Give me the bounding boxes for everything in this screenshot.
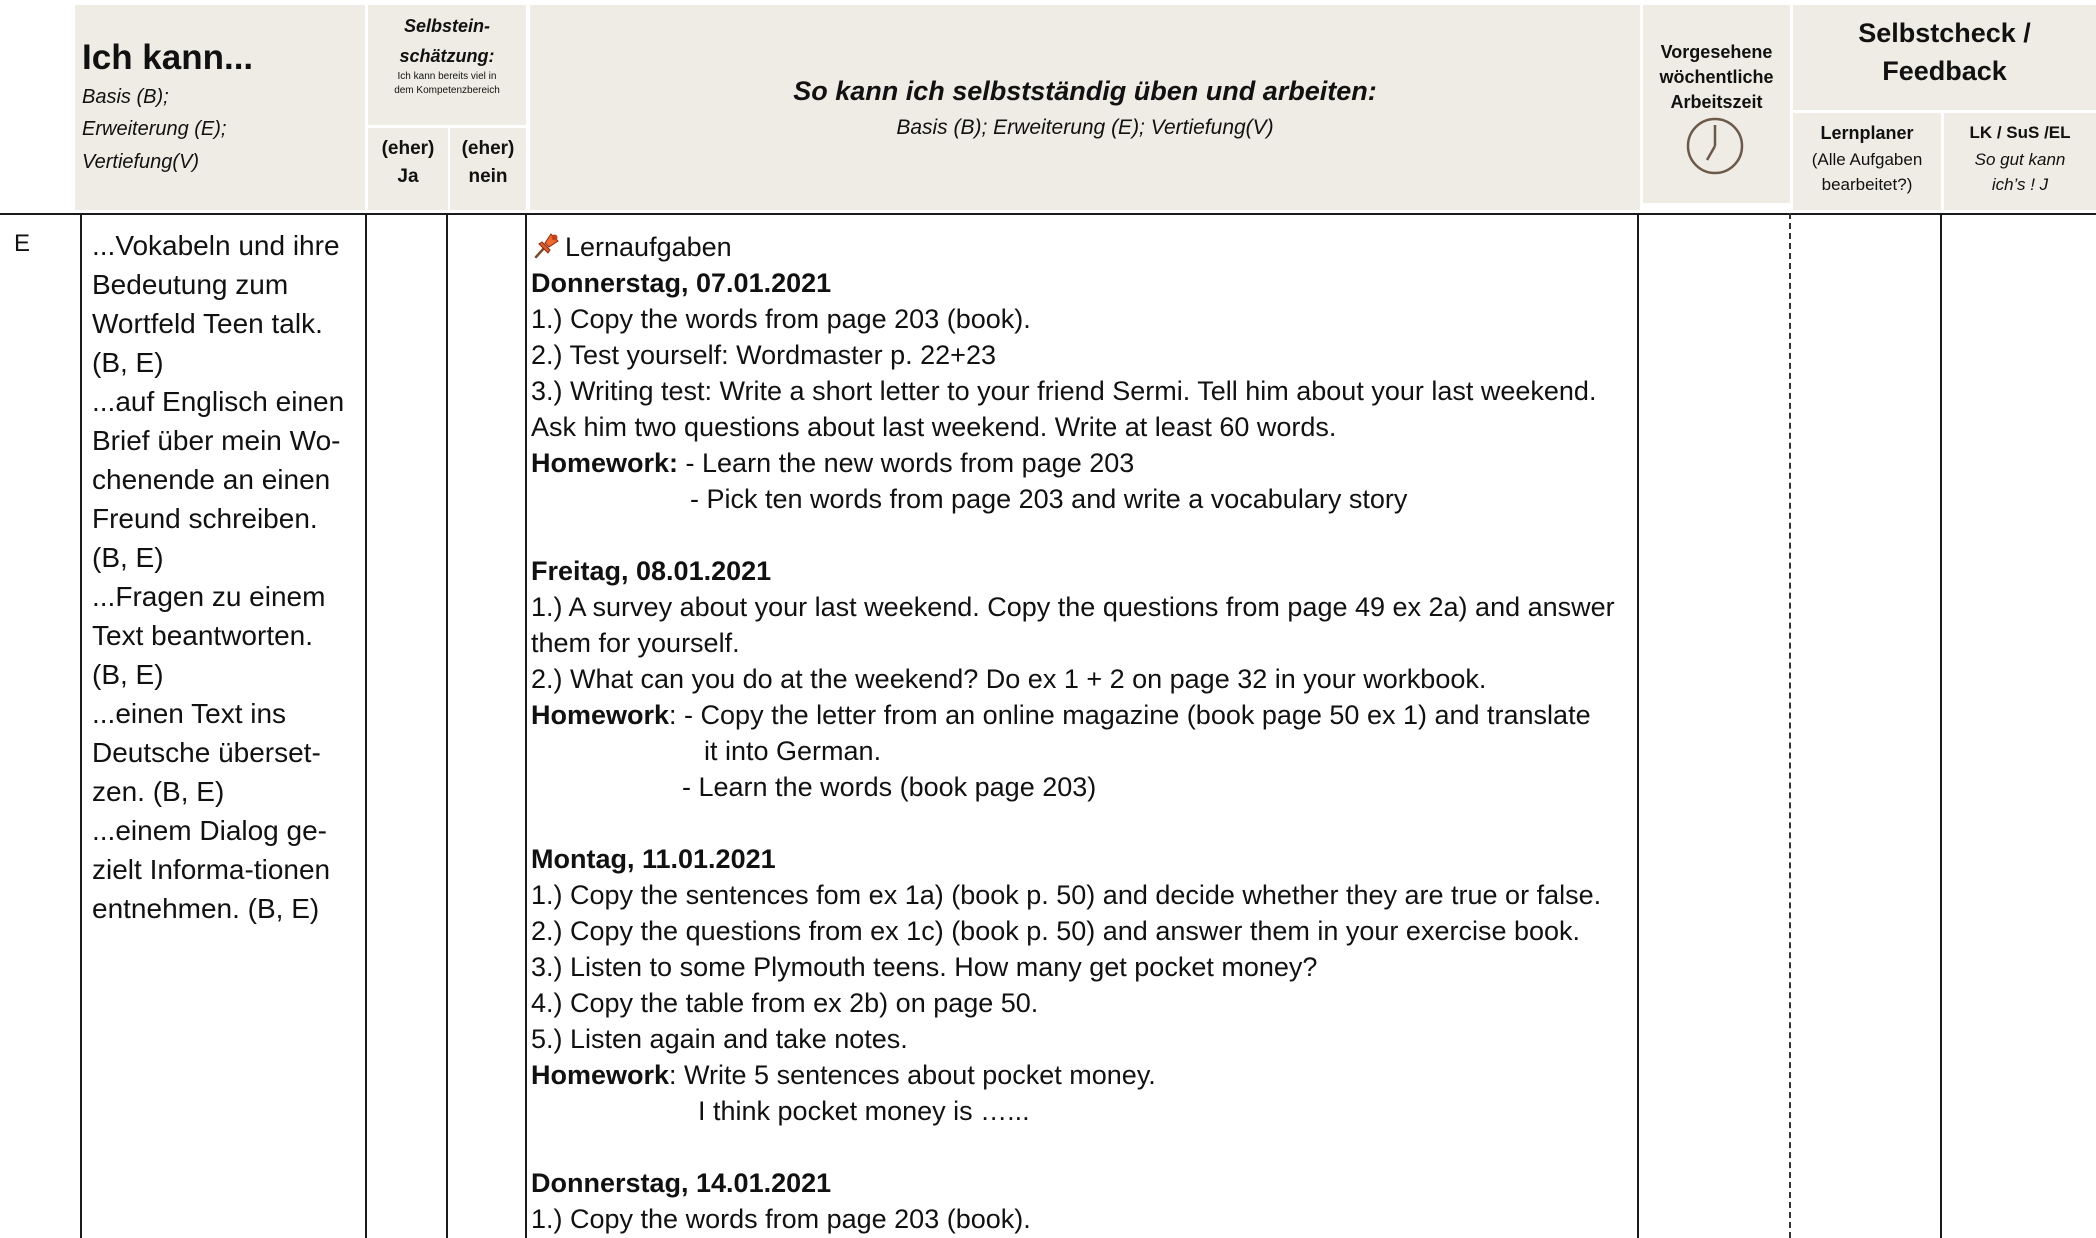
day2-task-1: 1.) A survey about your last weekend. Co… (531, 592, 1615, 622)
selbst-title-2: schätzung: (399, 46, 495, 66)
col-line-7 (1940, 213, 1942, 1238)
header-bottom-line (0, 213, 2096, 215)
day2-homework-3: - Learn the words (book page 203) (682, 772, 1097, 802)
day1-task-2: 2.) Test yourself: Wordmaster p. 22+23 (531, 340, 996, 370)
lernplaner-label: Lernplaner (1820, 123, 1914, 143)
tasks-heading-label: Lernaufgaben (565, 232, 732, 262)
homework-label: Homework (531, 700, 670, 730)
competence-line: ...Fragen zu einem (92, 581, 326, 612)
day1-task-3-cont: Ask him two questions about last weekend… (531, 412, 1337, 442)
homework-text: - Learn the new words from page 203 (678, 448, 1135, 478)
header-uben (530, 5, 1640, 210)
day3-task-5: 5.) Listen again and take notes. (531, 1024, 908, 1054)
col-line-6-dashed (1789, 213, 1791, 1238)
lernplaner-sub-2: bearbeitet?) (1821, 175, 1913, 194)
clock-icon (1685, 116, 1745, 176)
ich-kann-basis: Basis (B); (82, 86, 169, 108)
selbst-small-1: Ich kann bereits viel in (397, 71, 497, 82)
day2-task-2: 2.) What can you do at the weekend? Do e… (531, 664, 1487, 694)
tasks-cell: Lernaufgaben Donnerstag, 07.01.2021 1.) … (531, 229, 1635, 1237)
lk-sub-1: So gut kann (1974, 150, 2066, 169)
col-line-2 (365, 213, 367, 1238)
competence-line: Wortfeld Teen talk. (92, 308, 323, 339)
day3-task-3: 3.) Listen to some Plymouth teens. How m… (531, 952, 1318, 982)
col-line-4 (525, 213, 527, 1238)
lk-sub-2: ich’s ! J (1991, 175, 2049, 194)
day3-task-2: 2.) Copy the questions from ex 1c) (book… (531, 916, 1581, 946)
homework-text: : Write 5 sentences about pocket money. (669, 1060, 1156, 1090)
day1-homework: Homework: - Learn the new words from pag… (531, 445, 1635, 481)
day3-date: Montag, 11.01.2021 (531, 844, 776, 874)
competence-line: (B, E) (92, 347, 164, 378)
competence-line: ...einen Text ins (92, 698, 287, 729)
day2-date: Freitag, 08.01.2021 (531, 556, 772, 586)
day4-date: Donnerstag, 14.01.2021 (531, 1168, 832, 1198)
competence-line: Text beantworten. (92, 620, 314, 651)
day1-task-1: 1.) Copy the words from page 203 (book). (531, 304, 1031, 334)
col-line-1 (80, 213, 82, 1238)
day2-homework: Homework: - Copy the letter from an onli… (531, 697, 1635, 733)
zeit-line-3: Arbeitszeit (1670, 92, 1763, 112)
selbst-ja-2: Ja (397, 166, 419, 187)
day3-homework: Homework: Write 5 sentences about pocket… (531, 1057, 1635, 1093)
ich-kann-vertiefung: Vertiefung(V) (82, 151, 200, 173)
competence-list: ...Vokabeln und ihre Bedeutung zum Wortf… (92, 226, 364, 928)
competence-line: entnehmen. (B, E) (92, 893, 320, 924)
selbst-title-1: Selbstein- (403, 16, 491, 36)
day1-homework-2: - Pick ten words from page 203 and write… (690, 484, 1408, 514)
uben-subtitle: Basis (B); Erweiterung (E); Vertiefung(V… (896, 116, 1274, 139)
lk-label: LK / SuS /EL (1969, 123, 2071, 142)
competence-line: zen. (B, E) (92, 776, 225, 807)
ich-kann-title: Ich kann... (82, 38, 254, 77)
day1-date: Donnerstag, 07.01.2021 (531, 268, 832, 298)
col-line-3 (446, 213, 448, 1238)
zeit-line-2: wöchentliche (1659, 67, 1774, 87)
pushpin-icon (531, 229, 563, 261)
tasks-heading: Lernaufgaben (531, 229, 1635, 265)
competence-line: (B, E) (92, 659, 164, 690)
homework-text: : - Copy the letter from an online magaz… (669, 700, 1591, 730)
selbst-nein-1: (eher) (461, 138, 515, 159)
day3-task-1: 1.) Copy the sentences fom ex 1a) (book … (531, 880, 1602, 910)
day4-task-1: 1.) Copy the words from page 203 (book). (531, 1204, 1031, 1234)
uben-title: So kann ich selbstständig üben und arbei… (793, 76, 1377, 106)
ich-kann-erweiterung: Erweiterung (E); (82, 118, 227, 140)
competence-line: Deutsche überset- (92, 737, 321, 768)
day2-homework-2: it into German. (704, 736, 882, 766)
selbst-ja-1: (eher) (381, 138, 435, 159)
col-line-5 (1637, 213, 1639, 1238)
zeit-line-1: Vorgesehene (1660, 42, 1773, 62)
selbst-small-2: dem Kompetenzbereich (394, 85, 500, 96)
homework-label: Homework (531, 1060, 670, 1090)
homework-label: Homework: (531, 448, 679, 478)
competence-line: zielt Informa-tionen (92, 854, 331, 885)
day3-homework-2: I think pocket money is …... (698, 1096, 1030, 1126)
competence-line: (B, E) (92, 542, 164, 573)
day2-task-1-cont: them for yourself. (531, 628, 740, 658)
check-title-2: Feedback (1882, 56, 2007, 86)
day1-task-3: 3.) Writing test: Write a short letter t… (531, 376, 1597, 406)
selbst-nein-2: nein (468, 166, 508, 187)
competence-line: ...Vokabeln und ihre (92, 230, 340, 261)
check-title-1: Selbstcheck / (1858, 18, 2031, 48)
competence-line: chenende an einen (92, 464, 331, 495)
competence-line: Bedeutung zum (92, 269, 289, 300)
level-cell: E (14, 230, 31, 257)
competence-line: Brief über mein Wo- (92, 425, 341, 456)
lernplaner-sub-1: (Alle Aufgaben (1811, 150, 1923, 169)
competence-line: ...einem Dialog ge- (92, 815, 328, 846)
competence-line: ...auf Englisch einen (92, 386, 345, 417)
day3-task-4: 4.) Copy the table from ex 2b) on page 5… (531, 988, 1039, 1018)
competence-line: Freund schreiben. (92, 503, 318, 534)
